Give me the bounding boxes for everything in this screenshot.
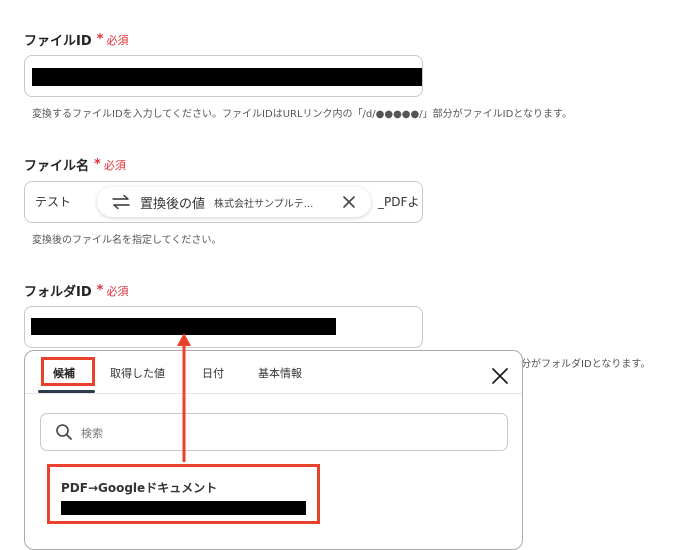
tab-divider [25,393,522,394]
file-id-help: 変換するファイルIDを入力してください。ファイルIDはURLリンク内の「/d/●… [32,109,572,120]
file-name-prefix: テスト [35,195,72,209]
redacted-value [32,68,422,86]
search-placeholder: 検索 [81,427,103,440]
search-icon [56,424,72,440]
file-name-help: 変換後のファイル名を指定してください。 [32,235,222,246]
tab-basic-info[interactable]: 基本情報 [258,365,302,381]
arrow-up-icon [177,333,191,462]
required-text: 必須 [106,33,129,47]
close-icon[interactable] [491,367,509,385]
tab-date[interactable]: 日付 [202,365,224,381]
file-id-label-text: ファイルID [24,34,92,49]
tab-retrieved-values[interactable]: 取得した値 [110,365,165,381]
file-name-label: ファイル名 * 必須 [24,155,126,174]
required-mark: * [96,283,104,298]
search-input[interactable]: 検索 [40,413,508,451]
highlight-candidate-item [47,464,320,524]
required-text: 必須 [103,158,126,172]
replacement-value-chip[interactable]: 置換後の値 株式会社サンプルテ... [97,187,371,217]
required-mark: * [94,157,101,172]
chip-label: 置換後の値 [140,196,206,212]
file-name-label-text: ファイル名 [24,159,90,174]
folder-id-label-text: フォルダID [24,285,92,300]
chip-value: 株式会社サンプルテ... [214,198,314,210]
file-id-input[interactable] [24,55,423,97]
file-name-suffix: _PDFよ [378,195,420,209]
swap-arrows-icon [112,194,130,210]
required-text: 必須 [106,284,129,298]
highlight-tab-candidates [41,357,95,386]
folder-id-input[interactable] [24,306,423,348]
folder-id-label: フォルダID * 必須 [24,281,128,300]
close-icon[interactable] [342,195,356,209]
required-mark: * [96,32,104,47]
folder-id-help-tail: 分がフォルダIDとなります。 [521,359,651,370]
file-id-label: ファイルID * 必須 [24,30,128,49]
